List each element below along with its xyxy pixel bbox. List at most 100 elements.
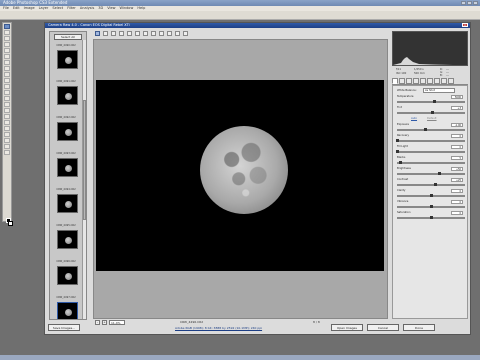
slider-track[interactable] xyxy=(397,127,465,131)
filmstrip-item-selected[interactable]: CRW_4497.CR2 xyxy=(52,295,82,319)
slider-value-input[interactable]: 0 xyxy=(451,145,463,149)
rotate-left-icon[interactable] xyxy=(167,31,172,36)
slider-thumb[interactable] xyxy=(398,160,402,164)
move-tool-icon[interactable] xyxy=(4,24,10,29)
marquee-tool-icon[interactable] xyxy=(4,30,10,35)
filmstrip-thumbnail[interactable] xyxy=(57,302,78,319)
rotate-right-icon[interactable] xyxy=(175,31,180,36)
tab-basic-icon[interactable] xyxy=(392,78,398,84)
slider-track[interactable] xyxy=(397,110,465,114)
slider-track[interactable] xyxy=(397,99,465,103)
straighten-tool-icon[interactable] xyxy=(135,31,140,36)
filmstrip-item[interactable]: CRW_4493.CR2 xyxy=(52,151,82,187)
color-sampler-tool-icon[interactable] xyxy=(119,31,124,36)
slider-track[interactable] xyxy=(397,182,465,186)
slider-value-input[interactable]: +50 xyxy=(451,167,463,171)
crop-tool-icon[interactable] xyxy=(127,31,132,36)
filmstrip-item[interactable]: CRW_4495.CR2 xyxy=(52,223,82,259)
open-images-button[interactable]: Open Images xyxy=(331,324,363,331)
zoom-out-button[interactable]: - xyxy=(95,319,100,325)
slider-value-input[interactable]: 0 xyxy=(451,134,463,138)
blur-tool-icon[interactable] xyxy=(4,96,10,101)
slider-thumb[interactable] xyxy=(437,171,441,175)
filmstrip-thumbnail[interactable] xyxy=(57,266,78,285)
filmstrip-scrollbar[interactable] xyxy=(82,40,86,319)
type-tool-icon[interactable] xyxy=(4,114,10,119)
slider-track[interactable] xyxy=(395,138,465,142)
tab-presets-icon[interactable] xyxy=(441,78,447,84)
dialog-close-button[interactable]: x xyxy=(462,23,468,27)
workflow-options-link[interactable]: Adobe RGB (1998); 8 bit; 3888 by 2592 (1… xyxy=(175,326,262,330)
filmstrip-scrollbar-thumb[interactable] xyxy=(83,100,86,220)
slider-value-input[interactable]: 0 xyxy=(451,189,463,193)
dodge-tool-icon[interactable] xyxy=(4,102,10,107)
eraser-tool-icon[interactable] xyxy=(4,84,10,89)
lasso-tool-icon[interactable] xyxy=(4,36,10,41)
slider-thumb[interactable] xyxy=(424,127,428,131)
filmstrip-thumbnail[interactable] xyxy=(57,230,78,249)
hand-tool-icon[interactable] xyxy=(103,31,108,36)
slider-track[interactable] xyxy=(397,215,465,219)
slider-track[interactable] xyxy=(397,160,465,164)
brush-tool-icon[interactable] xyxy=(4,66,10,71)
cancel-button[interactable]: Cancel xyxy=(367,324,399,331)
save-images-button[interactable]: Save Images... xyxy=(48,324,80,331)
filmstrip-item[interactable]: CRW_4492.CR2 xyxy=(52,115,82,151)
filmstrip-item[interactable]: CRW_4496.CR2 xyxy=(52,259,82,295)
filmstrip-item[interactable]: CRW_4494.CR2 xyxy=(52,187,82,223)
tab-split-toning-icon[interactable] xyxy=(420,78,426,84)
zoom-level-select[interactable]: 11.4% xyxy=(109,319,125,325)
select-all-button[interactable]: Select All xyxy=(54,34,82,40)
minimize-button[interactable] xyxy=(461,1,466,5)
slider-thumb[interactable] xyxy=(429,204,433,208)
slider-thumb[interactable] xyxy=(432,99,436,103)
maximize-button[interactable] xyxy=(467,1,472,5)
slider-value-input[interactable]: 0 xyxy=(451,211,463,215)
red-eye-tool-icon[interactable] xyxy=(151,31,156,36)
shape-tool-icon[interactable] xyxy=(4,126,10,131)
slider-value-input[interactable]: 5 xyxy=(451,156,463,160)
notes-tool-icon[interactable] xyxy=(4,132,10,137)
magic-wand-tool-icon[interactable] xyxy=(4,42,10,47)
slider-thumb[interactable] xyxy=(430,110,434,114)
slider-thumb[interactable] xyxy=(395,149,399,153)
slider-value-input[interactable]: -1.00 xyxy=(451,123,463,127)
white-balance-select[interactable]: As Shot xyxy=(423,88,455,93)
spot-removal-tool-icon[interactable] xyxy=(143,31,148,36)
filmstrip-item[interactable]: CRW_4490.CR2 xyxy=(52,43,82,79)
zoom-tool-icon[interactable] xyxy=(4,150,10,155)
panel-menu-icon[interactable] xyxy=(448,78,454,84)
clone-stamp-tool-icon[interactable] xyxy=(4,72,10,77)
delete-icon[interactable] xyxy=(183,31,188,36)
tab-camera-calibration-icon[interactable] xyxy=(434,78,440,84)
slider-thumb[interactable] xyxy=(429,215,433,219)
slider-thumb[interactable] xyxy=(433,182,437,186)
slider-value-input[interactable]: +3 xyxy=(451,106,463,110)
tab-hsl-icon[interactable] xyxy=(413,78,419,84)
gradient-tool-icon[interactable] xyxy=(4,90,10,95)
filmstrip-thumbnail[interactable] xyxy=(57,158,78,177)
filmstrip-thumbnail[interactable] xyxy=(57,50,78,69)
slider-track[interactable] xyxy=(397,204,465,208)
done-button[interactable]: Done xyxy=(403,324,435,331)
close-window-button[interactable] xyxy=(473,1,478,5)
slider-value-input[interactable]: 5600 xyxy=(451,95,463,99)
tab-detail-icon[interactable] xyxy=(406,78,412,84)
slider-track[interactable] xyxy=(397,171,465,175)
zoom-in-button[interactable]: + xyxy=(102,319,107,325)
preferences-icon[interactable] xyxy=(159,31,164,36)
path-selection-tool-icon[interactable] xyxy=(4,120,10,125)
slider-thumb[interactable] xyxy=(429,193,433,197)
slider-value-input[interactable]: +25 xyxy=(451,178,463,182)
crop-tool-icon[interactable] xyxy=(4,48,10,53)
slider-track[interactable] xyxy=(397,193,465,197)
hand-tool-icon[interactable] xyxy=(4,144,10,149)
tab-lens-corrections-icon[interactable] xyxy=(427,78,433,84)
zoom-tool-icon[interactable] xyxy=(95,31,100,36)
slider-thumb[interactable] xyxy=(395,138,399,142)
slider-track[interactable] xyxy=(395,149,465,153)
background-color-swatch[interactable] xyxy=(8,221,13,226)
history-brush-tool-icon[interactable] xyxy=(4,78,10,83)
filmstrip-thumbnail[interactable] xyxy=(57,122,78,141)
filmstrip-thumbnail[interactable] xyxy=(57,86,78,105)
